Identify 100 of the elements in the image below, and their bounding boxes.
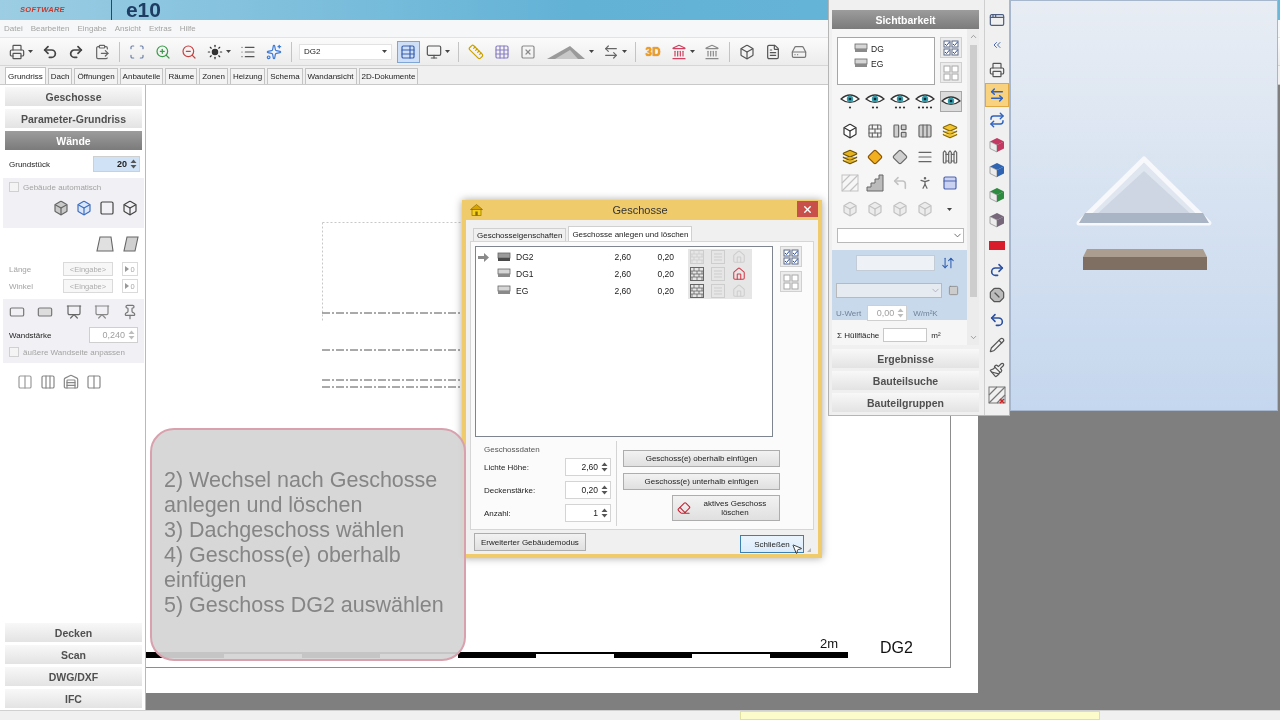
- trapezoid-icon[interactable]: [96, 235, 114, 253]
- fence-icon[interactable]: [941, 149, 958, 165]
- view-tab[interactable]: Dach: [47, 68, 73, 84]
- section-header[interactable]: DWG/DXF: [5, 667, 142, 686]
- eye-toggle-button[interactable]: [940, 90, 962, 112]
- view-tab[interactable]: Schema: [267, 68, 303, 84]
- scrollbar[interactable]: [967, 29, 979, 345]
- eye-icon: [941, 94, 961, 108]
- number-field[interactable]: 1: [565, 504, 611, 522]
- stop-icon: [989, 287, 1005, 303]
- floor-name[interactable]: EG: [516, 285, 594, 296]
- view-tab[interactable]: Öffnungen: [74, 68, 118, 84]
- side-tool-button[interactable]: [985, 83, 1009, 107]
- sparkle-icon: [266, 43, 282, 60]
- columns-icon[interactable]: [40, 374, 56, 390]
- view-tab[interactable]: Heizung: [229, 68, 266, 84]
- hull-area-field[interactable]: [883, 328, 928, 342]
- section-header[interactable]: Decken: [5, 623, 142, 642]
- zoom-out-icon: [181, 43, 197, 60]
- floor-name[interactable]: DG2: [516, 252, 594, 262]
- floor-list-item[interactable]: DG: [871, 43, 884, 54]
- sort-arrows-icon[interactable]: [941, 256, 955, 270]
- height-value: 2,60: [613, 268, 631, 279]
- view-tab[interactable]: Anbauteile: [119, 68, 164, 84]
- table-button[interactable]: [396, 40, 420, 63]
- panel-layout-icon[interactable]: [891, 123, 908, 139]
- stairs-icon[interactable]: [865, 174, 884, 192]
- dialog-tab[interactable]: Geschosseigenschaften: [473, 228, 567, 241]
- view-tab[interactable]: 2D-Dokumente: [358, 68, 419, 84]
- drive-icon: [791, 43, 807, 60]
- brick-grid-icon[interactable]: [690, 266, 704, 281]
- close-button[interactable]: [797, 201, 818, 217]
- columns-building-icon: [670, 43, 687, 60]
- view-tab[interactable]: Räume: [165, 68, 198, 84]
- number-field[interactable]: 0,20: [565, 481, 611, 499]
- scroll-down-icon: [968, 333, 978, 342]
- columns-icon[interactable]: [17, 374, 33, 390]
- eye-icon[interactable]: [840, 92, 860, 110]
- panel-icon[interactable]: [941, 175, 958, 191]
- diamond-icon[interactable]: [891, 149, 908, 165]
- floor-name[interactable]: DG1: [516, 268, 594, 279]
- columns-icon[interactable]: [916, 123, 933, 139]
- lines-icon[interactable]: [916, 149, 933, 165]
- select-all-button[interactable]: [780, 246, 802, 267]
- section-header[interactable]: IFC: [5, 689, 142, 708]
- floor-select[interactable]: DG2: [299, 43, 392, 60]
- presentation-icon[interactable]: [65, 304, 82, 320]
- box-icon[interactable]: [122, 200, 138, 216]
- rectangle-icon[interactable]: [9, 304, 25, 320]
- rectangle-icon[interactable]: [37, 304, 54, 320]
- scroll-thumb[interactable]: [969, 45, 977, 297]
- warehouse-icon[interactable]: [63, 374, 79, 390]
- eye-icon[interactable]: [890, 92, 910, 110]
- select-all-button[interactable]: [940, 37, 962, 58]
- spin-arrows-icon[interactable]: [601, 461, 608, 473]
- brick-grid-icon[interactable]: [690, 283, 704, 298]
- spin-arrows-icon[interactable]: [601, 484, 608, 496]
- columns-icon[interactable]: [86, 374, 102, 390]
- eye-icon[interactable]: [915, 92, 935, 110]
- layers-icon[interactable]: [941, 123, 958, 139]
- columns-building-icon: [704, 43, 720, 60]
- section-header[interactable]: Scan: [5, 645, 142, 664]
- view-tab[interactable]: Zonen: [199, 68, 228, 84]
- diamond-icon[interactable]: [866, 149, 883, 165]
- eye-icon[interactable]: [865, 92, 885, 110]
- footer-button[interactable]: Schließen: [740, 535, 804, 553]
- view-tab[interactable]: Grundriss: [5, 67, 46, 84]
- square-icon[interactable]: [99, 200, 115, 216]
- box-icon[interactable]: [841, 123, 858, 139]
- section-header[interactable]: Sichtbarkeit: [832, 10, 979, 29]
- brick-wall-icon[interactable]: [866, 123, 883, 139]
- presentation-icon[interactable]: [93, 304, 110, 320]
- plot-field[interactable]: 20: [93, 156, 140, 172]
- section-header[interactable]: Bauteilsuche: [832, 371, 979, 390]
- name-field[interactable]: [856, 255, 935, 271]
- group-title: Geschossdaten: [484, 445, 541, 455]
- number-field[interactable]: 2,60: [565, 458, 611, 476]
- house-icon[interactable]: [732, 266, 746, 281]
- insert-floor-button[interactable]: Geschoss(e) unterhalb einfügen: [623, 473, 780, 490]
- view-tab[interactable]: Wandansicht: [304, 68, 357, 84]
- spin-arrows-icon[interactable]: [130, 158, 137, 170]
- box-icon[interactable]: [53, 200, 69, 216]
- layers-icon[interactable]: [841, 149, 858, 165]
- pin-icon[interactable]: [122, 304, 138, 320]
- delete-floor-button[interactable]: aktives Geschoss löschen: [672, 495, 780, 521]
- section-header[interactable]: Geschosse: [5, 87, 142, 106]
- field-label: Anzahl:: [484, 508, 511, 518]
- footer-button[interactable]: Erweiterter Gebäudemodus: [474, 533, 586, 551]
- resize-grip-icon[interactable]: [806, 547, 812, 553]
- side-tool-button[interactable]: [985, 383, 1009, 407]
- trapezoid-icon[interactable]: [122, 235, 140, 253]
- insert-floor-button[interactable]: Geschoss(e) oberhalb einfügen: [623, 450, 780, 467]
- section-header[interactable]: Ergebnisse: [832, 349, 979, 368]
- unit-label: m²: [931, 330, 941, 340]
- section-header[interactable]: Parameter-Grundriss: [5, 109, 142, 128]
- section-header[interactable]: Bauteilgruppen: [832, 393, 979, 412]
- floor-list-item[interactable]: EG: [871, 58, 884, 69]
- dialog-tab[interactable]: Geschosse anlegen und löschen: [568, 226, 693, 241]
- spin-arrows-icon[interactable]: [601, 507, 608, 519]
- step-text: 3) Dachgeschoss wählen: [164, 518, 406, 543]
